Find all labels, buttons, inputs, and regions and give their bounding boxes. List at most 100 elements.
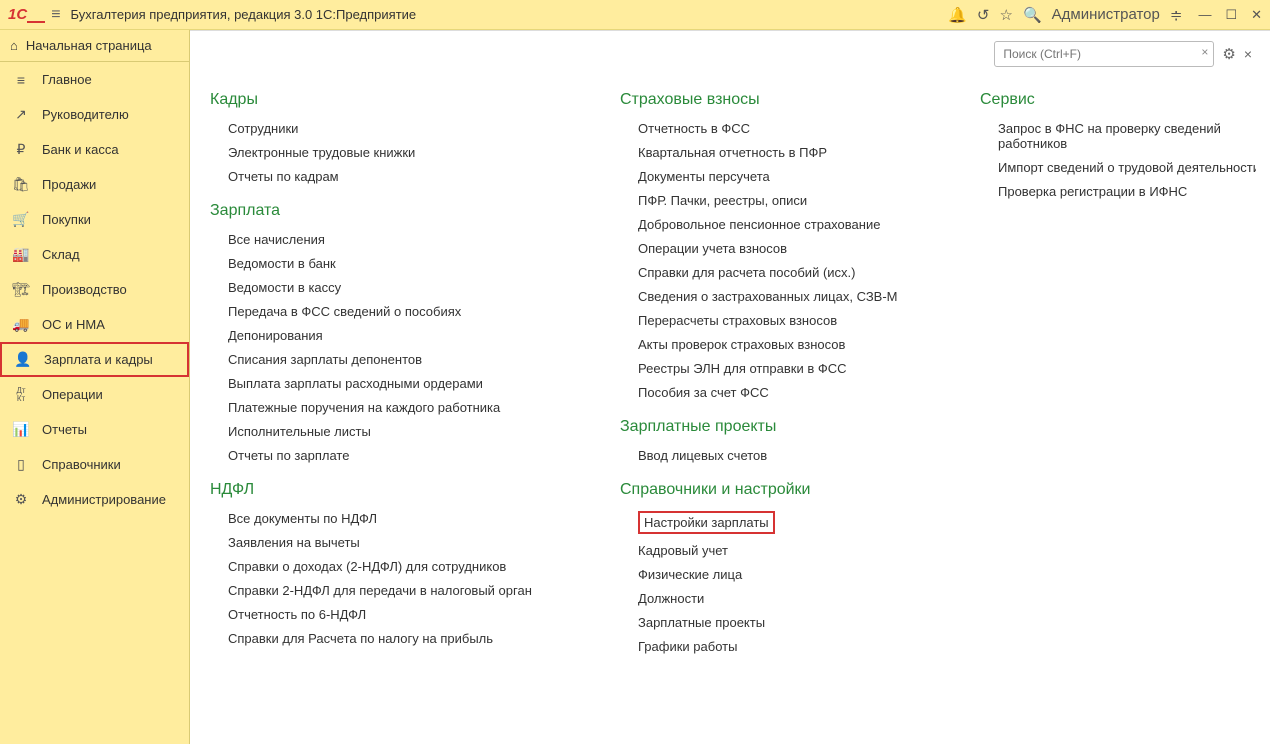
menu-link[interactable]: Должности [638,591,920,606]
sidebar-icon: ⚙ [12,491,30,508]
close-icon[interactable]: ✕ [1251,7,1262,23]
user-label[interactable]: Администратор [1052,6,1160,23]
sidebar-icon: 🚚 [12,316,30,333]
menu-link[interactable]: Пособия за счет ФСС [638,385,920,400]
column-2: Сервис Запрос в ФНС на проверку сведений … [980,81,1256,718]
menu-link[interactable]: Ведомости в кассу [228,280,560,295]
menu-link[interactable]: Ввод лицевых счетов [638,448,920,463]
sidebar-icon: ≡ [12,72,30,88]
sidebar-item-label: Отчеты [42,422,87,437]
menu-link[interactable]: Реестры ЭЛН для отправки в ФСС [638,361,920,376]
menu-link[interactable]: Операции учета взносов [638,241,920,256]
home-icon: ⌂ [10,38,18,53]
menu-link[interactable]: Документы персучета [638,169,920,184]
sidebar-item-0[interactable]: ≡Главное [0,62,189,97]
menu-link[interactable]: Акты проверок страховых взносов [638,337,920,352]
menu-link[interactable]: Справки 2-НДФЛ для передачи в налоговый … [228,583,560,598]
sidebar-item-9[interactable]: ДтКтОперации [0,377,189,412]
menu-link[interactable]: Выплата зарплаты расходными ордерами [228,376,560,391]
column-0: Кадры Сотрудники Электронные трудовые книж… [210,81,560,718]
sidebar-item-5[interactable]: 🏭Склад [0,237,189,272]
menu-link[interactable]: Платежные поручения на каждого работника [228,400,560,415]
sidebar-icon: 👤 [14,351,32,368]
menu-link[interactable]: Исполнительные листы [228,424,560,439]
menu-link[interactable]: Отчеты по кадрам [228,169,560,184]
bell-icon[interactable]: 🔔 [948,6,967,24]
sidebar-item-label: Производство [42,282,127,297]
sidebar-icon: ↗ [12,106,30,123]
menu-link[interactable]: Все начисления [228,232,560,247]
sidebar-item-1[interactable]: ↗ Руководителю [0,97,189,132]
sidebar-item-label: Администрирование [42,492,166,507]
section-title[interactable]: Справочники и настройки [620,481,920,499]
sidebar-item-6[interactable]: 🏗 Производство [0,272,189,307]
menu-link[interactable]: Сведения о застрахованных лицах, СЗВ-М [638,289,920,304]
sidebar-icon: 🛍 [12,176,30,193]
home-page-link[interactable]: ⌂ Начальная страница [0,30,189,62]
sidebar-item-4[interactable]: 🛒Покупки [0,202,189,237]
section-title[interactable]: Зарплатные проекты [620,418,920,436]
link-list: Сотрудники Электронные трудовые книжки Отч… [228,121,560,184]
sidebar-item-7[interactable]: 🚚 ОС и НМА [0,307,189,342]
home-label: Начальная страница [26,38,152,53]
menu-link[interactable]: Отчетность по 6-НДФЛ [228,607,560,622]
titlebar: 1С ≡ Бухгалтерия предприятия, редакция 3… [0,0,1270,30]
menu-link[interactable]: Передача в ФСС сведений о пособиях [228,304,560,319]
section-title[interactable]: Кадры [210,91,560,109]
menu-link[interactable]: Справки о доходах (2-НДФЛ) для сотрудник… [228,559,560,574]
section-title[interactable]: Сервис [980,91,1256,109]
minimize-icon[interactable]: — [1198,7,1211,23]
menu-link[interactable]: Справки для расчета пособий (исх.) [638,265,920,280]
menu-link[interactable]: Зарплатные проекты [638,615,920,630]
hamburger-icon[interactable]: ≡ [51,6,60,24]
menu-link[interactable]: Физические лица [638,567,920,582]
history-icon[interactable]: ↺ [977,6,990,24]
menu-link[interactable]: Сотрудники [228,121,560,136]
sidebar-icon: 🏗 [12,281,30,298]
search-clear-icon[interactable]: × [1201,45,1208,59]
sidebar-item-12[interactable]: ⚙ Администрирование [0,482,189,517]
menu-link[interactable]: Ведомости в банк [228,256,560,271]
maximize-icon[interactable]: ☐ [1225,7,1237,23]
search-input[interactable] [994,41,1214,67]
section-title[interactable]: НДФЛ [210,481,560,499]
menu-link[interactable]: Перерасчеты страховых взносов [638,313,920,328]
sidebar-item-11[interactable]: ▯Справочники [0,447,189,482]
menu-link[interactable]: Отчетность в ФСС [638,121,920,136]
sidebar-item-label: Продажи [42,177,96,192]
menu-link[interactable]: Электронные трудовые книжки [228,145,560,160]
menu-link[interactable]: Отчеты по зарплате [228,448,560,463]
menu-link[interactable]: ПФР. Пачки, реестры, описи [638,193,920,208]
search-icon[interactable]: 🔍 [1023,6,1042,24]
menu-link[interactable]: Кадровый учет [638,543,920,558]
star-icon[interactable]: ☆ [999,6,1012,24]
link-list: Отчетность в ФСС Квартальная отчетность в… [638,121,920,400]
menu-link[interactable]: Запрос в ФНС на проверку сведений работн… [998,121,1256,151]
sidebar-item-label: Руководителю [42,107,129,122]
logo-1c: 1С [8,6,45,23]
panel-close-icon[interactable]: × [1244,46,1252,62]
sidebar-item-10[interactable]: 📊Отчеты [0,412,189,447]
link-list: Все начисления Ведомости в банк Ведомости … [228,232,560,463]
sidebar-item-label: Операции [42,387,103,402]
menu-link[interactable]: Добровольное пенсионное страхование [638,217,920,232]
menu-link[interactable]: Квартальная отчетность в ПФР [638,145,920,160]
section-title[interactable]: Страховые взносы [620,91,920,109]
menu-link[interactable]: Все документы по НДФЛ [228,511,560,526]
menu-link[interactable]: Настройки зарплаты [638,511,775,534]
section-title[interactable]: Зарплата [210,202,560,220]
filter-icon[interactable]: ≑ [1170,6,1183,24]
menu-link[interactable]: Заявления на вычеты [228,535,560,550]
gear-icon[interactable]: ⚙ [1222,45,1235,63]
menu-link[interactable]: Списания зарплаты депонентов [228,352,560,367]
menu-link[interactable]: Справки для Расчета по налогу на прибыль [228,631,560,646]
menu-link[interactable]: Депонирования [228,328,560,343]
app-title: Бухгалтерия предприятия, редакция 3.0 1С… [71,7,417,22]
menu-link[interactable]: Проверка регистрации в ИФНС [998,184,1256,199]
menu-link[interactable]: Импорт сведений о трудовой деятельности [998,160,1256,175]
sidebar-item-3[interactable]: 🛍 Продажи [0,167,189,202]
sidebar-item-2[interactable]: ₽Банк и касса [0,132,189,167]
sidebar-item-8[interactable]: 👤Зарплата и кадры [0,342,189,377]
sidebar-item-label: ОС и НМА [42,317,105,332]
menu-link[interactable]: Графики работы [638,639,920,654]
